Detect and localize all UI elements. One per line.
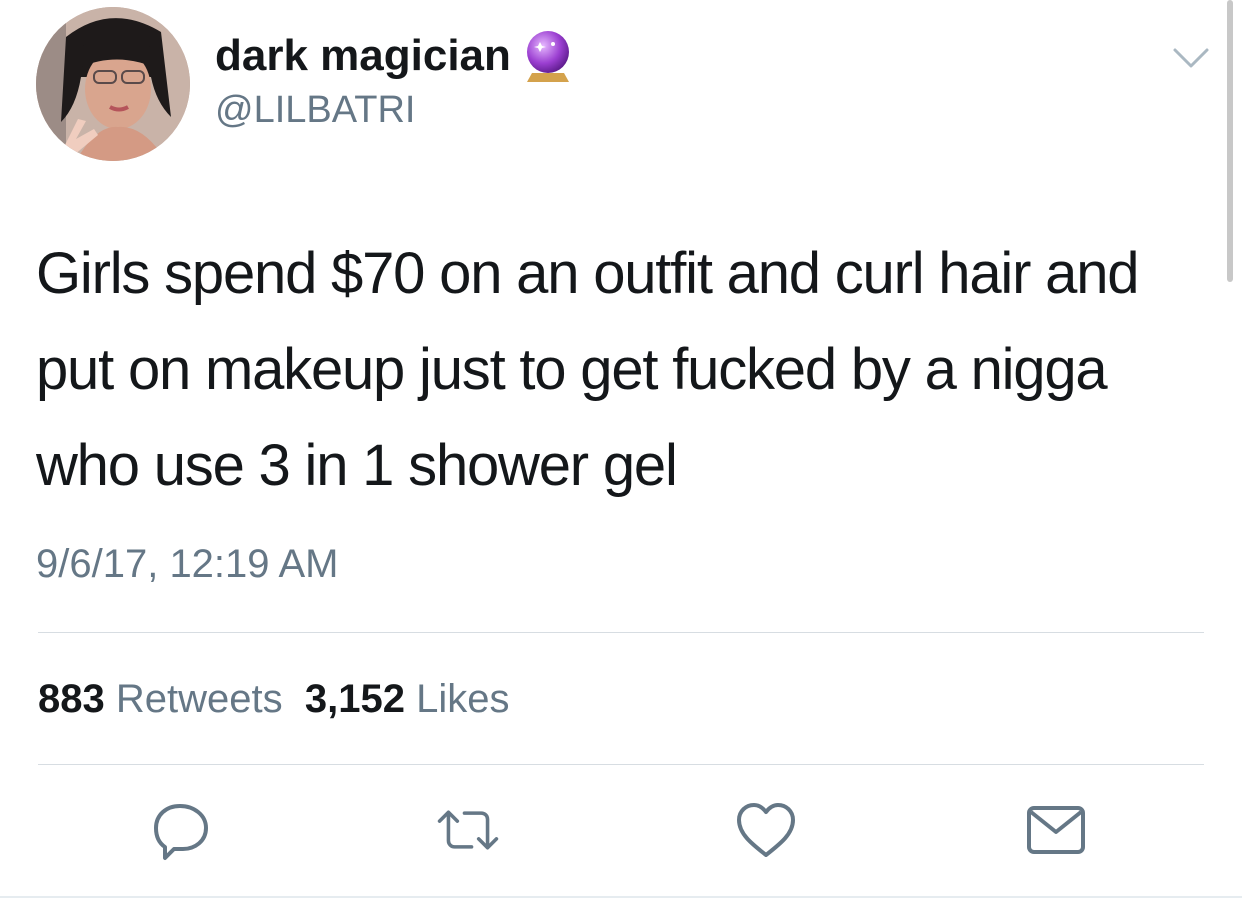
reply-icon[interactable] xyxy=(150,798,214,862)
avatar[interactable] xyxy=(36,7,190,161)
retweet-icon[interactable] xyxy=(436,798,500,862)
avatar-photo xyxy=(36,7,190,161)
author-name-row: dark magician xyxy=(215,28,573,84)
divider xyxy=(38,764,1204,765)
tweet-text: Girls spend $70 on an outfit and curl ha… xyxy=(36,241,1140,498)
author-handle[interactable]: @LILBATRI xyxy=(215,85,415,135)
crystal-ball-icon xyxy=(526,31,569,82)
divider xyxy=(38,632,1204,633)
retweets-count: 883 xyxy=(38,677,105,721)
direct-message-icon[interactable] xyxy=(1024,798,1088,862)
chevron-down-icon[interactable] xyxy=(1172,46,1210,70)
display-name[interactable]: dark magician xyxy=(215,28,511,84)
likes-stat[interactable]: 3,152 Likes xyxy=(305,677,510,721)
like-icon[interactable] xyxy=(734,798,798,862)
scrollbar[interactable] xyxy=(1227,0,1233,282)
retweets-label: Retweets xyxy=(115,677,283,721)
likes-label: Likes xyxy=(416,677,510,721)
engagement-stats: 883 Retweets 3,152 Likes xyxy=(38,673,509,725)
timestamp: 9/6/17, 12:19 AM xyxy=(36,542,339,586)
likes-count: 3,152 xyxy=(304,677,405,721)
retweets-stat[interactable]: 883 Retweets xyxy=(38,677,283,721)
